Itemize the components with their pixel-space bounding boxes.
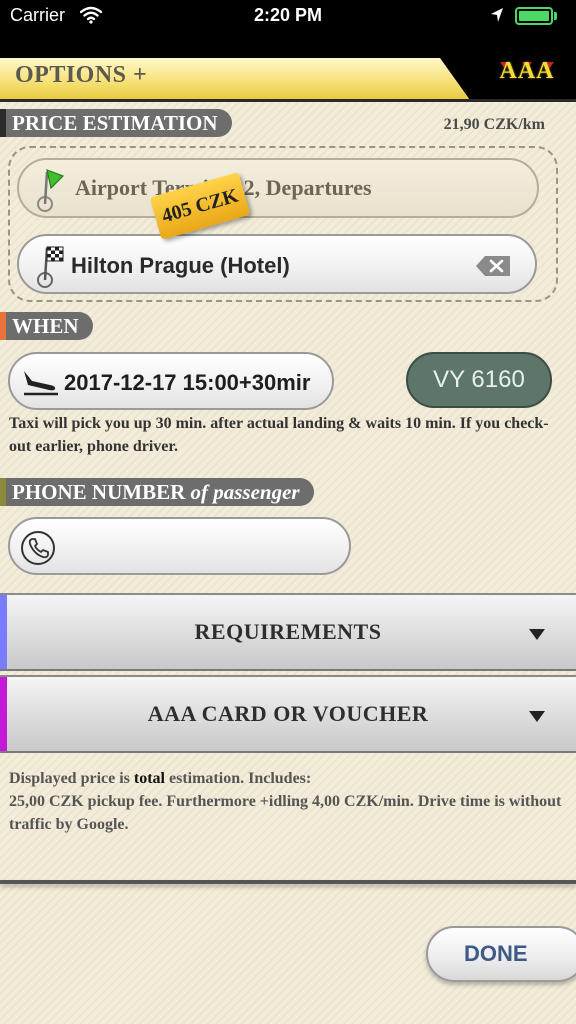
flight-number-button[interactable]: VY 6160 [406, 352, 552, 408]
clear-text-icon[interactable] [475, 254, 513, 283]
destination-address-text: Hilton Prague (Hotel) [71, 253, 290, 278]
section-label-text: PHONE NUMBER [12, 480, 186, 504]
section-accent [0, 109, 6, 137]
section-accent [0, 312, 6, 340]
status-bar: Carrier 2:20 PM [0, 0, 576, 54]
chevron-down-icon [529, 711, 545, 722]
page-title: OPTIONS + [15, 62, 148, 88]
disclaimer-line2: 25,00 CZK pickup fee. Furthermore +idlin… [9, 793, 562, 833]
disclaimer-suffix: estimation. Includes: [165, 770, 312, 787]
card-voucher-label: AAA CARD OR VOUCHER [147, 701, 429, 726]
chevron-down-icon [529, 629, 545, 640]
price-disclaimer: Displayed price is total estimation. Inc… [9, 767, 569, 836]
phone-number-field[interactable] [8, 517, 351, 575]
airplane-landing-icon [22, 368, 60, 401]
pickup-address-field[interactable]: Airport Terminal 2, Departures [17, 158, 539, 218]
section-label-text: WHEN [12, 314, 79, 338]
checkered-flag-pin-icon [29, 242, 69, 295]
section-accent [0, 478, 6, 506]
section-label-text: PRICE ESTIMATION [12, 111, 218, 135]
phone-icon [20, 530, 56, 571]
section-when: WHEN [0, 312, 93, 340]
battery-icon [515, 7, 553, 25]
pickup-time-text: 2017-12-17 15:00+30mir [64, 370, 311, 395]
pickup-time-field[interactable]: 2017-12-17 15:00+30mir [8, 352, 334, 410]
pickup-info-text: Taxi will pick you up 30 min. after actu… [9, 415, 549, 455]
requirements-accordion[interactable]: REQUIREMENTS [0, 593, 576, 671]
aaa-logo: AAA [499, 58, 555, 84]
green-flag-pin-icon [29, 166, 69, 219]
price-rate: 21,90 CZK/km [443, 116, 545, 133]
destination-address-field[interactable]: Hilton Prague (Hotel) [17, 234, 537, 294]
header-divider [0, 99, 576, 102]
battery-tip [554, 12, 557, 20]
section-phone: PHONE NUMBER of passenger [0, 478, 314, 506]
done-button[interactable]: DONE [426, 926, 576, 982]
requirements-label: REQUIREMENTS [194, 619, 382, 644]
section-label-italic: of passenger [190, 480, 300, 504]
disclaimer-prefix: Displayed price is [9, 770, 134, 787]
disclaimer-bold: total [133, 770, 165, 787]
location-arrow-icon [490, 7, 504, 28]
bottom-divider [0, 880, 576, 884]
card-voucher-accordion[interactable]: AAA CARD OR VOUCHER [0, 675, 576, 753]
section-price-estimation: PRICE ESTIMATION [0, 109, 232, 137]
